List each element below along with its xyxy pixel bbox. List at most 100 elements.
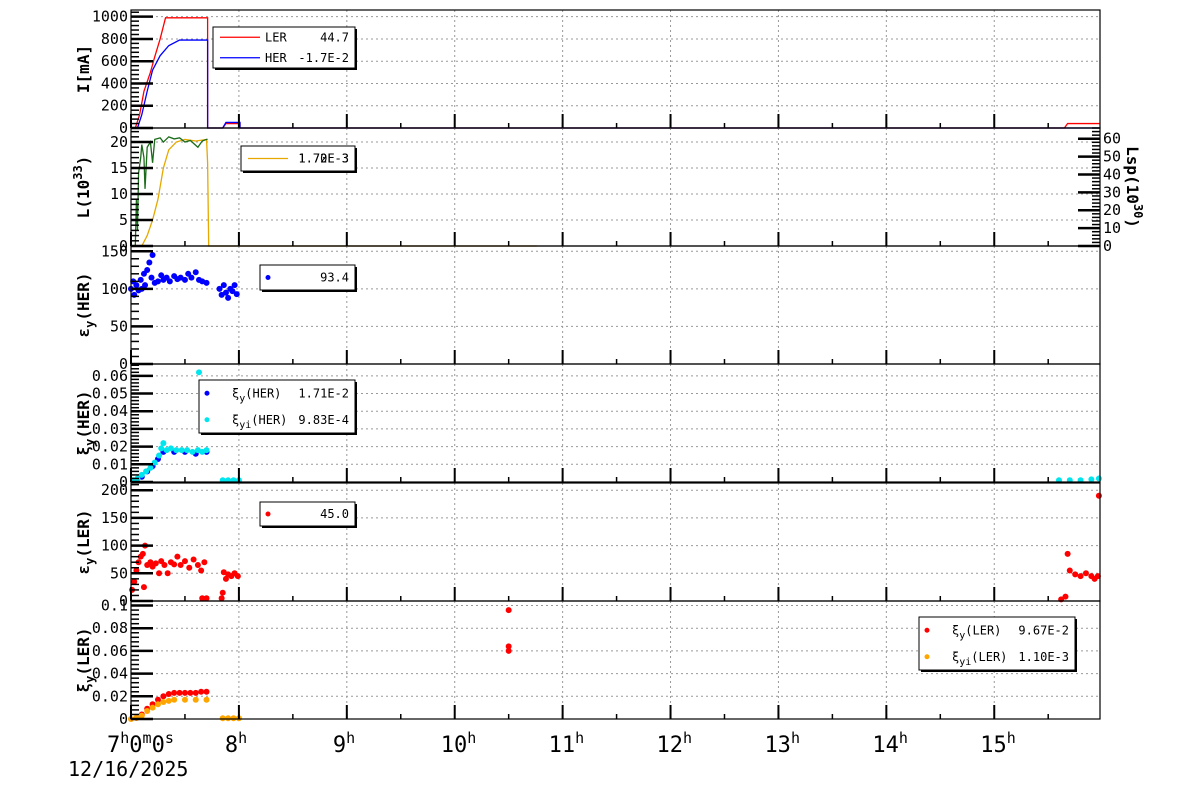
data-point xyxy=(181,689,188,696)
label-tail: (HER) xyxy=(74,272,93,320)
unit: h xyxy=(238,729,247,747)
panel-emit_her: 050100150εy(HER) 93.4 xyxy=(74,242,1101,373)
data-point xyxy=(505,607,512,614)
y-axis-label: εy(HER) xyxy=(74,272,97,337)
data-point xyxy=(1066,567,1073,574)
unit: h xyxy=(683,729,692,747)
x-tick-label: 11h xyxy=(549,729,585,758)
data-point xyxy=(171,696,178,703)
x-tick-label: 10h xyxy=(441,729,477,758)
subscript: y xyxy=(83,558,97,565)
data-point xyxy=(152,560,159,567)
data-point xyxy=(186,564,193,571)
data-point xyxy=(184,447,191,454)
data-point xyxy=(160,693,167,700)
data-point xyxy=(203,279,210,286)
data-point xyxy=(156,452,163,459)
superscript: 33 xyxy=(71,165,85,179)
legend-dot-marker xyxy=(265,275,271,280)
y-tick-label: 400 xyxy=(101,74,128,92)
right-tick-label: 0 xyxy=(1103,237,1112,255)
y-tick-label: 0.01 xyxy=(92,455,128,473)
data-point xyxy=(178,447,185,454)
data-point xyxy=(138,712,145,719)
unit: h xyxy=(899,729,908,747)
data-point xyxy=(230,715,237,722)
data-point xyxy=(147,464,154,471)
y-axis-label: εy(LER) xyxy=(74,509,97,574)
x-tick-label: 15h xyxy=(980,729,1016,758)
label-tail: ) xyxy=(1123,218,1142,228)
y-tick-label: 10 xyxy=(110,185,128,203)
subscript: y xyxy=(83,321,97,328)
data-point xyxy=(164,570,171,577)
panel-frame xyxy=(130,245,1101,365)
digit: 0 xyxy=(152,733,165,758)
label-tail: (LER) xyxy=(74,509,93,557)
y-tick-label: 150 xyxy=(101,242,128,260)
right-tick-label: 30 xyxy=(1103,183,1121,201)
unit: h xyxy=(120,729,129,747)
data-point xyxy=(192,696,199,703)
y-tick-label: 0.05 xyxy=(92,385,128,403)
data-point xyxy=(1095,492,1102,499)
data-point xyxy=(1077,573,1084,580)
x-tick-label: 9h xyxy=(333,729,355,758)
data-point xyxy=(203,447,210,454)
data-point xyxy=(174,553,181,560)
subscript: yi xyxy=(959,657,971,668)
legend: LER 44.7 HER -1.7E-2 xyxy=(212,26,357,70)
x-axis-date: 12/16/2025 xyxy=(68,757,188,781)
data-point xyxy=(190,556,197,563)
unit: h xyxy=(467,729,476,747)
right-tick-label: 10 xyxy=(1103,219,1121,237)
subscript: yi xyxy=(239,420,251,431)
label-tail: (LER) xyxy=(74,627,93,675)
data-point xyxy=(234,573,241,580)
legend-value: -1.7E-2 xyxy=(298,51,349,65)
x-tick-label: 12h xyxy=(657,729,693,758)
data-point xyxy=(225,715,232,722)
name-tail: (LER) xyxy=(965,623,1001,637)
legend: 1.70E-31.72E-3 xyxy=(240,145,357,173)
data-point xyxy=(225,294,232,301)
y-tick-label: 20 xyxy=(110,133,128,151)
y-tick-label: 0.04 xyxy=(92,402,128,420)
legend-value: 9.67E-2 xyxy=(1018,623,1069,637)
panel-xi_her: 00.010.020.030.040.050.06ξy(HER) ξy(HER) 1… xyxy=(74,363,1102,491)
y-tick-label: 50 xyxy=(110,317,128,335)
data-point xyxy=(171,561,178,568)
data-point xyxy=(231,282,238,289)
data-point xyxy=(160,698,167,705)
x-tick-label: 13h xyxy=(764,729,800,758)
unit: h xyxy=(791,729,800,747)
y-tick-label: 0.02 xyxy=(92,438,128,456)
legend-value: 44.7 xyxy=(320,30,349,44)
panel-current: 02004006008001000I[mA]LER 44.7HER -1.7E-2 xyxy=(74,8,1101,137)
data-point xyxy=(203,595,210,602)
y-tick-label: 150 xyxy=(101,509,128,527)
data-point xyxy=(220,282,227,289)
legend-value: 93.4 xyxy=(320,271,349,285)
multi-panel-chart: 02004006008001000I[mA]LER 44.7HER -1.7E-20… xyxy=(68,8,1145,781)
data-point xyxy=(158,445,165,452)
data-point xyxy=(188,274,195,281)
data-point xyxy=(219,589,226,596)
right-axis-label: Lsp(1030) xyxy=(1123,146,1145,228)
y-tick-label: 0.06 xyxy=(92,642,128,660)
unit: h xyxy=(346,729,355,747)
legend: 93.4 xyxy=(259,264,357,292)
legend-dot-marker xyxy=(924,627,930,633)
y-tick-label: 0.04 xyxy=(92,665,128,683)
subscript: y xyxy=(83,676,97,683)
y-tick-label: 200 xyxy=(101,97,128,115)
data-point xyxy=(181,558,188,565)
unit: h xyxy=(575,729,584,747)
right-tick-label: 40 xyxy=(1103,165,1121,183)
data-point xyxy=(195,369,202,376)
legend-dot-marker xyxy=(204,417,210,423)
y-tick-label: 15 xyxy=(110,159,128,177)
y-tick-label: 50 xyxy=(110,564,128,582)
data-point xyxy=(201,559,208,566)
y-tick-label: 0.02 xyxy=(92,687,128,705)
